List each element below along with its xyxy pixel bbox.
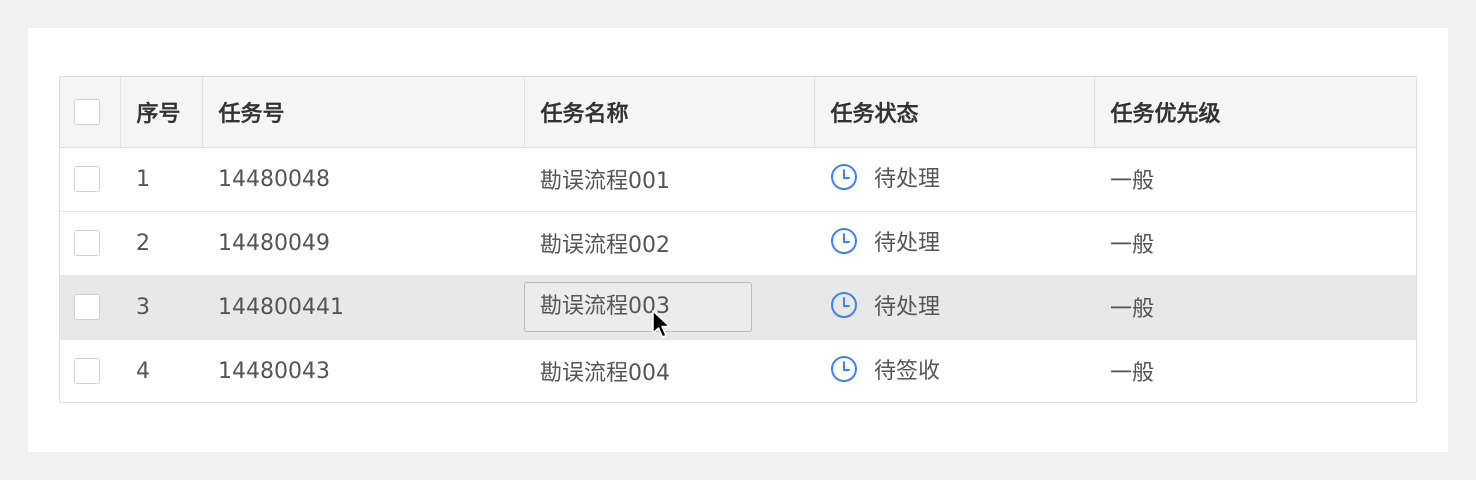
row-checkbox[interactable] [74,294,100,320]
row-task-no: 144800441 [218,294,344,320]
status-label: 待签收 [874,359,941,385]
header-task-priority[interactable]: 任务优先级 [1094,77,1416,148]
header-task-status[interactable]: 任务状态 [814,77,1095,148]
row-task-priority: 一般 [1110,297,1155,322]
header-index[interactable]: 序号 [120,77,203,148]
row-task-no: 14480049 [218,230,330,256]
mouse-pointer-icon [652,310,671,338]
row-index: 1 [136,166,150,192]
row-select-cell [60,211,120,275]
row-task-status: 待处理 [814,275,1094,339]
header-row: 序号 任务号 任务名称 任务状态 任务优先级 [60,77,1416,148]
row-task-priority: 一般 [1110,361,1155,387]
clock-icon [831,356,857,383]
clock-icon [831,292,857,318]
table-row[interactable]: 1 14480048 勘误流程001 待处理 一般 [60,147,1416,211]
clock-icon [831,228,857,254]
row-checkbox[interactable] [74,166,100,192]
row-task-status: 待签收 [814,339,1094,403]
table-row[interactable]: 4 14480043 勘误流程004 待签收 一般 [60,339,1416,403]
table-row[interactable]: 2 14480049 勘误流程002 待处理 一般 [60,211,1416,275]
row-checkbox[interactable] [74,230,100,256]
row-index: 2 [136,230,150,256]
status-badge: 待签收 [830,353,940,385]
row-select-cell [60,275,120,339]
table-header: 序号 任务号 任务名称 任务状态 任务优先级 [60,77,1416,148]
status-label: 待处理 [874,167,941,192]
header-task-no[interactable]: 任务号 [202,77,525,148]
status-label: 待处理 [874,295,941,320]
row-task-priority: 一般 [1110,169,1155,194]
row-task-name[interactable]: 勘误流程001 [524,147,814,211]
row-index: 3 [136,294,150,320]
status-badge: 待处理 [830,289,940,321]
status-badge: 待处理 [830,161,940,193]
row-checkbox[interactable] [74,358,100,385]
row-task-priority: 一般 [1110,233,1155,258]
table-body: 1 14480048 勘误流程001 待处理 一般 2 14480049 勘误流… [60,147,1416,403]
header-task-name[interactable]: 任务名称 [524,77,815,148]
row-index: 4 [136,358,150,384]
row-task-no: 14480043 [218,358,330,384]
task-name-edit-box[interactable]: 勘误流程003 [524,282,752,332]
header-select-all-cell [60,77,121,148]
clock-icon [831,164,857,190]
status-badge: 待处理 [830,225,940,257]
row-select-cell [60,339,120,403]
row-task-name[interactable]: 勘误流程004 [524,339,814,403]
row-task-status: 待处理 [814,211,1094,275]
row-select-cell [60,147,120,211]
row-task-name[interactable]: 勘误流程002 [524,211,814,275]
row-task-no: 14480048 [218,166,330,192]
table-row-hovered[interactable]: 3 144800441 勘误流程003 待处理 一般 [60,275,1416,339]
task-table-grid: 序号 任务号 任务名称 任务状态 任务优先级 1 14480048 勘误流程00… [60,77,1416,403]
row-task-status: 待处理 [814,147,1094,211]
select-all-checkbox[interactable] [74,98,100,125]
status-label: 待处理 [874,231,941,256]
task-table: 序号 任务号 任务名称 任务状态 任务优先级 1 14480048 勘误流程00… [59,76,1417,403]
